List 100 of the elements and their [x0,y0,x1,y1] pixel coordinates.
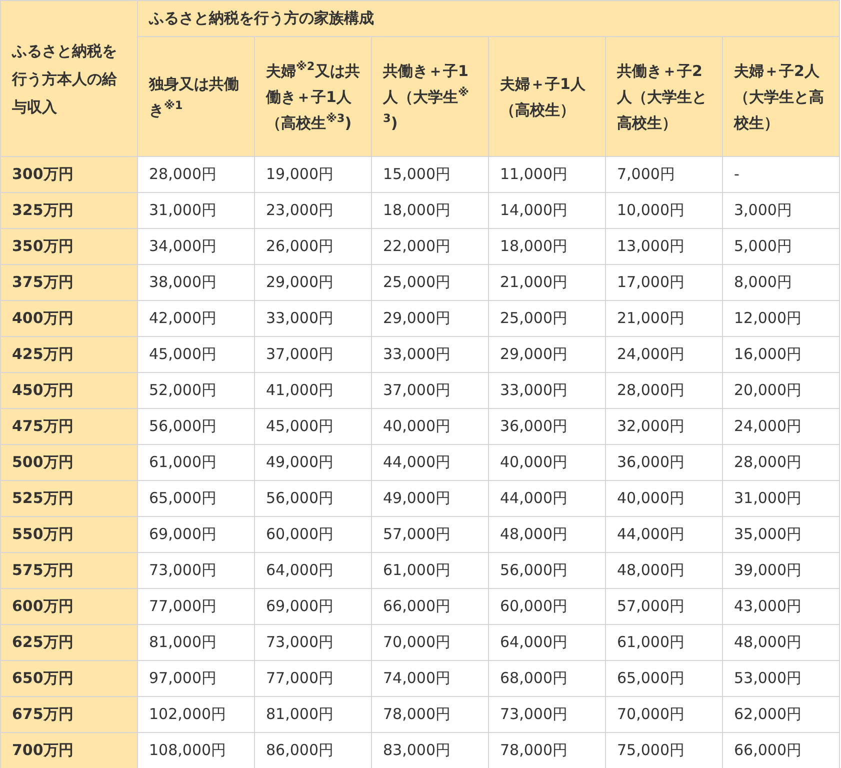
table-cell: 61,000円 [372,552,488,588]
table-cell: 20,000円 [722,372,840,408]
table-cell: 29,000円 [372,300,488,336]
table-cell: 12,000円 [722,300,840,336]
table-cell: 19,000円 [254,156,372,192]
table-cell: 13,000円 [606,228,722,264]
table-cell: 44,000円 [372,444,488,480]
table-cell: 44,000円 [606,516,722,552]
table-cell: 102,000円 [138,696,254,732]
table-cell: 36,000円 [488,408,606,444]
table-cell: 81,000円 [254,696,372,732]
table-cell: 40,000円 [488,444,606,480]
table-cell: 35,000円 [722,516,840,552]
table-cell: 7,000円 [606,156,722,192]
table-cell: 33,000円 [372,336,488,372]
table-cell: 24,000円 [722,408,840,444]
table-cell: 38,000円 [138,264,254,300]
table-cell: 64,000円 [254,552,372,588]
table-cell: 5,000円 [722,228,840,264]
table-cell: 21,000円 [606,300,722,336]
table-cell: 10,000円 [606,192,722,228]
income-cell: 700万円 [0,732,138,768]
table-cell: 69,000円 [138,516,254,552]
table-cell: 40,000円 [606,480,722,516]
table-cell: 43,000円 [722,588,840,624]
table-cell: 61,000円 [606,624,722,660]
table-cell: 26,000円 [254,228,372,264]
table-cell: 39,000円 [722,552,840,588]
table-cell: 53,000円 [722,660,840,696]
table-cell: 25,000円 [488,300,606,336]
table-cell: 16,000円 [722,336,840,372]
table-cell: 56,000円 [254,480,372,516]
table-cell: 37,000円 [254,336,372,372]
table-cell: 49,000円 [372,480,488,516]
table-cell: 73,000円 [138,552,254,588]
column-header: 共働き＋子2人（大学生と高校生） [606,36,722,156]
table-cell: 14,000円 [488,192,606,228]
income-cell: 650万円 [0,660,138,696]
table-cell: 97,000円 [138,660,254,696]
income-cell: 575万円 [0,552,138,588]
table-cell: 68,000円 [488,660,606,696]
income-cell: 625万円 [0,624,138,660]
table-cell: 37,000円 [372,372,488,408]
income-cell: 425万円 [0,336,138,372]
income-cell: 550万円 [0,516,138,552]
table-cell: 17,000円 [606,264,722,300]
table-cell: 28,000円 [606,372,722,408]
table-cell: 11,000円 [488,156,606,192]
table-cell: 23,000円 [254,192,372,228]
income-cell: 375万円 [0,264,138,300]
table-cell: 56,000円 [488,552,606,588]
table-cell: 48,000円 [606,552,722,588]
income-cell: 450万円 [0,372,138,408]
table-cell: 57,000円 [372,516,488,552]
table-cell: 77,000円 [138,588,254,624]
table-cell: 28,000円 [138,156,254,192]
table-cell: 8,000円 [722,264,840,300]
income-cell: 300万円 [0,156,138,192]
table-cell: 60,000円 [488,588,606,624]
table-cell: 33,000円 [254,300,372,336]
row-header-title: ふるさと納税を行う方本人の給与収入 [0,0,138,156]
table-cell: 18,000円 [372,192,488,228]
table-cell: 56,000円 [138,408,254,444]
income-cell: 500万円 [0,444,138,480]
table-cell: 65,000円 [138,480,254,516]
income-cell: 400万円 [0,300,138,336]
table-cell: 45,000円 [138,336,254,372]
table-cell: 69,000円 [254,588,372,624]
column-header: 夫婦＋子1人（高校生） [488,36,606,156]
table-cell: 60,000円 [254,516,372,552]
table-cell: - [722,156,840,192]
table-cell: 33,000円 [488,372,606,408]
table-cell: 45,000円 [254,408,372,444]
column-header: 独身又は共働き$^{※1}$ [138,36,254,156]
table-cell: 31,000円 [722,480,840,516]
table-cell: 31,000円 [138,192,254,228]
table-cell: 57,000円 [606,588,722,624]
table-cell: 32,000円 [606,408,722,444]
table-cell: 74,000円 [372,660,488,696]
table-cell: 73,000円 [254,624,372,660]
table-cell: 73,000円 [488,696,606,732]
income-cell: 675万円 [0,696,138,732]
income-cell: 600万円 [0,588,138,624]
column-header: 夫婦＋子2人（大学生と高校生） [722,36,840,156]
table-cell: 25,000円 [372,264,488,300]
table-cell: 78,000円 [372,696,488,732]
table-cell: 40,000円 [372,408,488,444]
table-cell: 66,000円 [372,588,488,624]
table-cell: 48,000円 [722,624,840,660]
table-cell: 24,000円 [606,336,722,372]
table-cell: 52,000円 [138,372,254,408]
table-cell: 29,000円 [488,336,606,372]
income-cell: 525万円 [0,480,138,516]
table-cell: 81,000円 [138,624,254,660]
table-cell: 44,000円 [488,480,606,516]
table-cell: 3,000円 [722,192,840,228]
table-cell: 41,000円 [254,372,372,408]
table-cell: 70,000円 [372,624,488,660]
column-header: 共働き＋子1人（大学生$^{※}$$^{3}$) [372,36,488,156]
table-cell: 21,000円 [488,264,606,300]
